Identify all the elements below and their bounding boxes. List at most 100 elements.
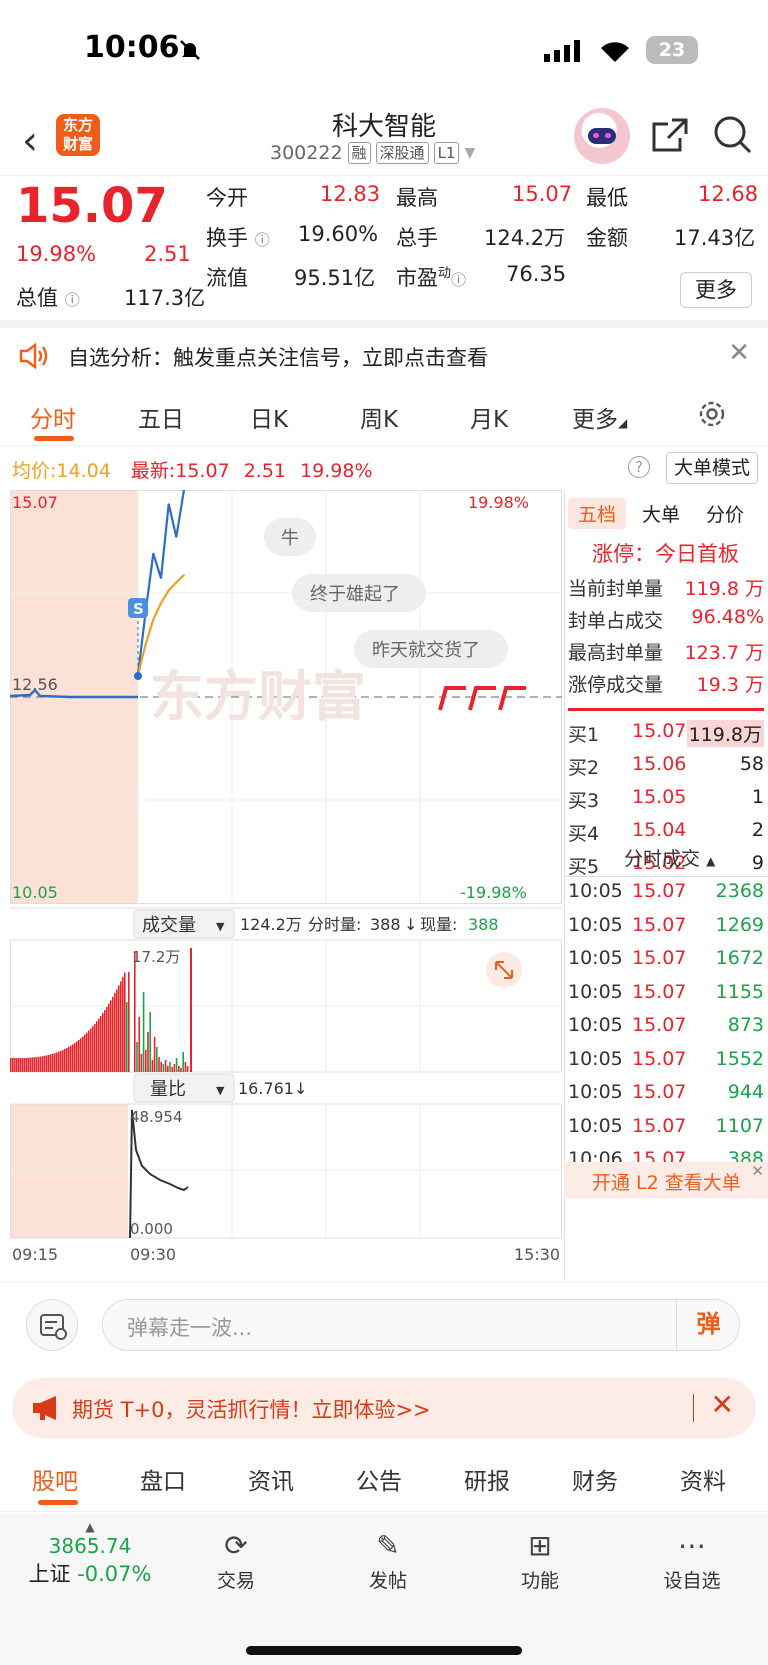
caret-down-icon: ▼ [464,145,476,161]
volume-bar [108,1003,110,1072]
tab-monthly-k[interactable]: 月K [470,400,508,434]
info-icon[interactable]: ⓘ [451,271,466,289]
tab-daily-k[interactable]: 日K [250,400,288,434]
tab-research[interactable]: 研报 [464,1462,510,1496]
big-order-mode-button[interactable]: 大单模式 [666,452,758,484]
ticks-header[interactable]: 分时成交 ▲ [624,844,715,871]
stat-label: 最高封单量 [568,642,664,664]
bid-label: 买1 [568,724,600,746]
volume-bar [86,1032,88,1072]
tab-big-orders[interactable]: 大单 [642,500,680,527]
add-watchlist-button[interactable]: ⋯ 设自选 [642,1526,742,1593]
volume-bar [171,1067,173,1072]
intraday-chart[interactable]: 东方财富 S 15.07 12.56 10.05 19.98% -19.98% … [9,489,562,1280]
low-label: 最低 [586,186,628,210]
futures-promo-banner[interactable]: 期货 T+0，灵活抓行情！立即体验>> ✕ [12,1378,756,1438]
help-icon[interactable]: ? [628,456,650,478]
current-volume-value: 388 [468,915,499,934]
tab-five-levels[interactable]: 五档 [568,498,627,529]
l2-upsell[interactable]: 开通 L2 查看大单 ✕ [564,1162,768,1198]
stat-label: 封单占成交 [568,610,664,632]
change-pct: 19.98% [16,242,97,266]
close-icon[interactable]: ✕ [728,338,750,368]
tick-price: 15.07 [632,1081,687,1103]
volume-bar [52,1053,54,1072]
bid-price: 15.05 [632,786,687,808]
volume-bars [10,948,192,1072]
tab-price-distribution[interactable]: 分价 [706,500,744,527]
fenshi-volume-value: 388 [370,915,401,934]
tab-finance[interactable]: 财务 [572,1462,618,1496]
tab-profile[interactable]: 资料 [680,1462,726,1496]
bid-row: 买1 15.07 119.8万 [568,718,764,748]
danmu-input[interactable]: 弹幕走一波... [102,1299,740,1351]
y-top-label: 15.07 [12,493,58,512]
volume-value: 124.2万 [484,226,566,250]
volume-bar [62,1049,64,1072]
robot-avatar-icon[interactable] [574,108,630,164]
volume-bar [162,1064,165,1072]
stock-code-row[interactable]: 300222 融 深股通 L1 ▼ [270,142,475,164]
analysis-banner[interactable]: 自选分析：触发重点关注信号，立即点击查看 ✕ [0,320,768,382]
caret-down-icon: ▼ [216,1084,225,1097]
pct-top-label: 19.98% [468,493,529,512]
divider [568,708,764,711]
volume-bar [178,1066,180,1072]
caret-up-icon: ▲ [85,1520,95,1534]
caret-down-icon: ▼ [216,920,225,933]
stock-header: ‹ 东方财富 科大智能 300222 融 深股通 L1 ▼ [0,100,768,176]
tag-margin: 融 [347,142,371,164]
index-widget[interactable]: ▲ 3865.74 上证 -0.07% [20,1520,160,1588]
speaker-icon [19,342,48,370]
info-icon[interactable]: ⓘ [255,231,270,249]
info-icon[interactable]: ⓘ [65,291,80,309]
tab-guba[interactable]: 股吧 [32,1462,78,1496]
avg-price: 均价:14.04 最新:15.07 2.51 19.98% [12,460,373,482]
volume-bar [173,1064,176,1072]
edit-icon: ✎ [376,1529,400,1562]
index-value: 3865.74 [48,1534,132,1558]
stat-value: 123.7 万 [684,642,764,664]
tab-fenshi[interactable]: 分时 [30,400,76,434]
chart-tabs: 分时 五日 日K 周K 月K 更多◢ [0,388,768,446]
trade-button[interactable]: ⟳ 交易 [186,1526,286,1593]
close-icon[interactable]: ✕ [711,1388,734,1421]
volume-bar [18,1057,20,1072]
battery-icon: 23 [646,36,698,64]
tab-pankou[interactable]: 盘口 [140,1462,186,1496]
volume-bar [104,1010,106,1072]
close-icon[interactable]: ✕ [751,1162,764,1180]
tick-volume: 1107 [715,1114,764,1137]
tab-more[interactable]: 更多◢ [572,400,627,434]
tick-volume: 2368 [715,880,764,902]
tab-news[interactable]: 资讯 [248,1462,294,1496]
tab-weekly-k[interactable]: 周K [360,400,398,434]
send-danmu-button[interactable]: 弹 [676,1299,740,1351]
down-arrow-icon: ↓ [294,1079,307,1098]
search-icon[interactable] [712,114,754,156]
volume-bar [106,1006,108,1072]
danmu-settings-icon[interactable] [26,1299,78,1351]
volume-bar [78,1039,80,1072]
functions-button[interactable]: ⊞ 功能 [490,1526,590,1593]
content-tabs: 股吧 盘口 资讯 公告 研报 财务 资料 [0,1446,768,1512]
volume-bar [10,1058,12,1072]
settings-gear-icon[interactable] [696,398,728,430]
volume-max-label: 17.2万 [132,948,180,966]
post-button[interactable]: ✎ 发帖 [338,1526,438,1593]
tab-announcements[interactable]: 公告 [356,1462,402,1496]
tab-five-day[interactable]: 五日 [138,400,184,434]
volume-bar [50,1054,52,1072]
promo-text: 期货 T+0，灵活抓行情！立即体验>> [72,1398,431,1422]
volume-bar [180,1068,182,1072]
volume-bar [151,1060,154,1072]
share-icon[interactable] [650,116,690,156]
volume-bar [68,1046,70,1072]
ratio-value: 16.761 [238,1079,294,1098]
bid-volume: 119.8万 [686,720,764,747]
volume-bar [167,1066,169,1072]
more-button[interactable]: 更多 [680,272,752,308]
bid-price: 15.07 [632,720,687,742]
seal-stat-row: 最高封单量 123.7 万 [568,636,764,666]
tick-volume: 944 [727,1081,764,1103]
